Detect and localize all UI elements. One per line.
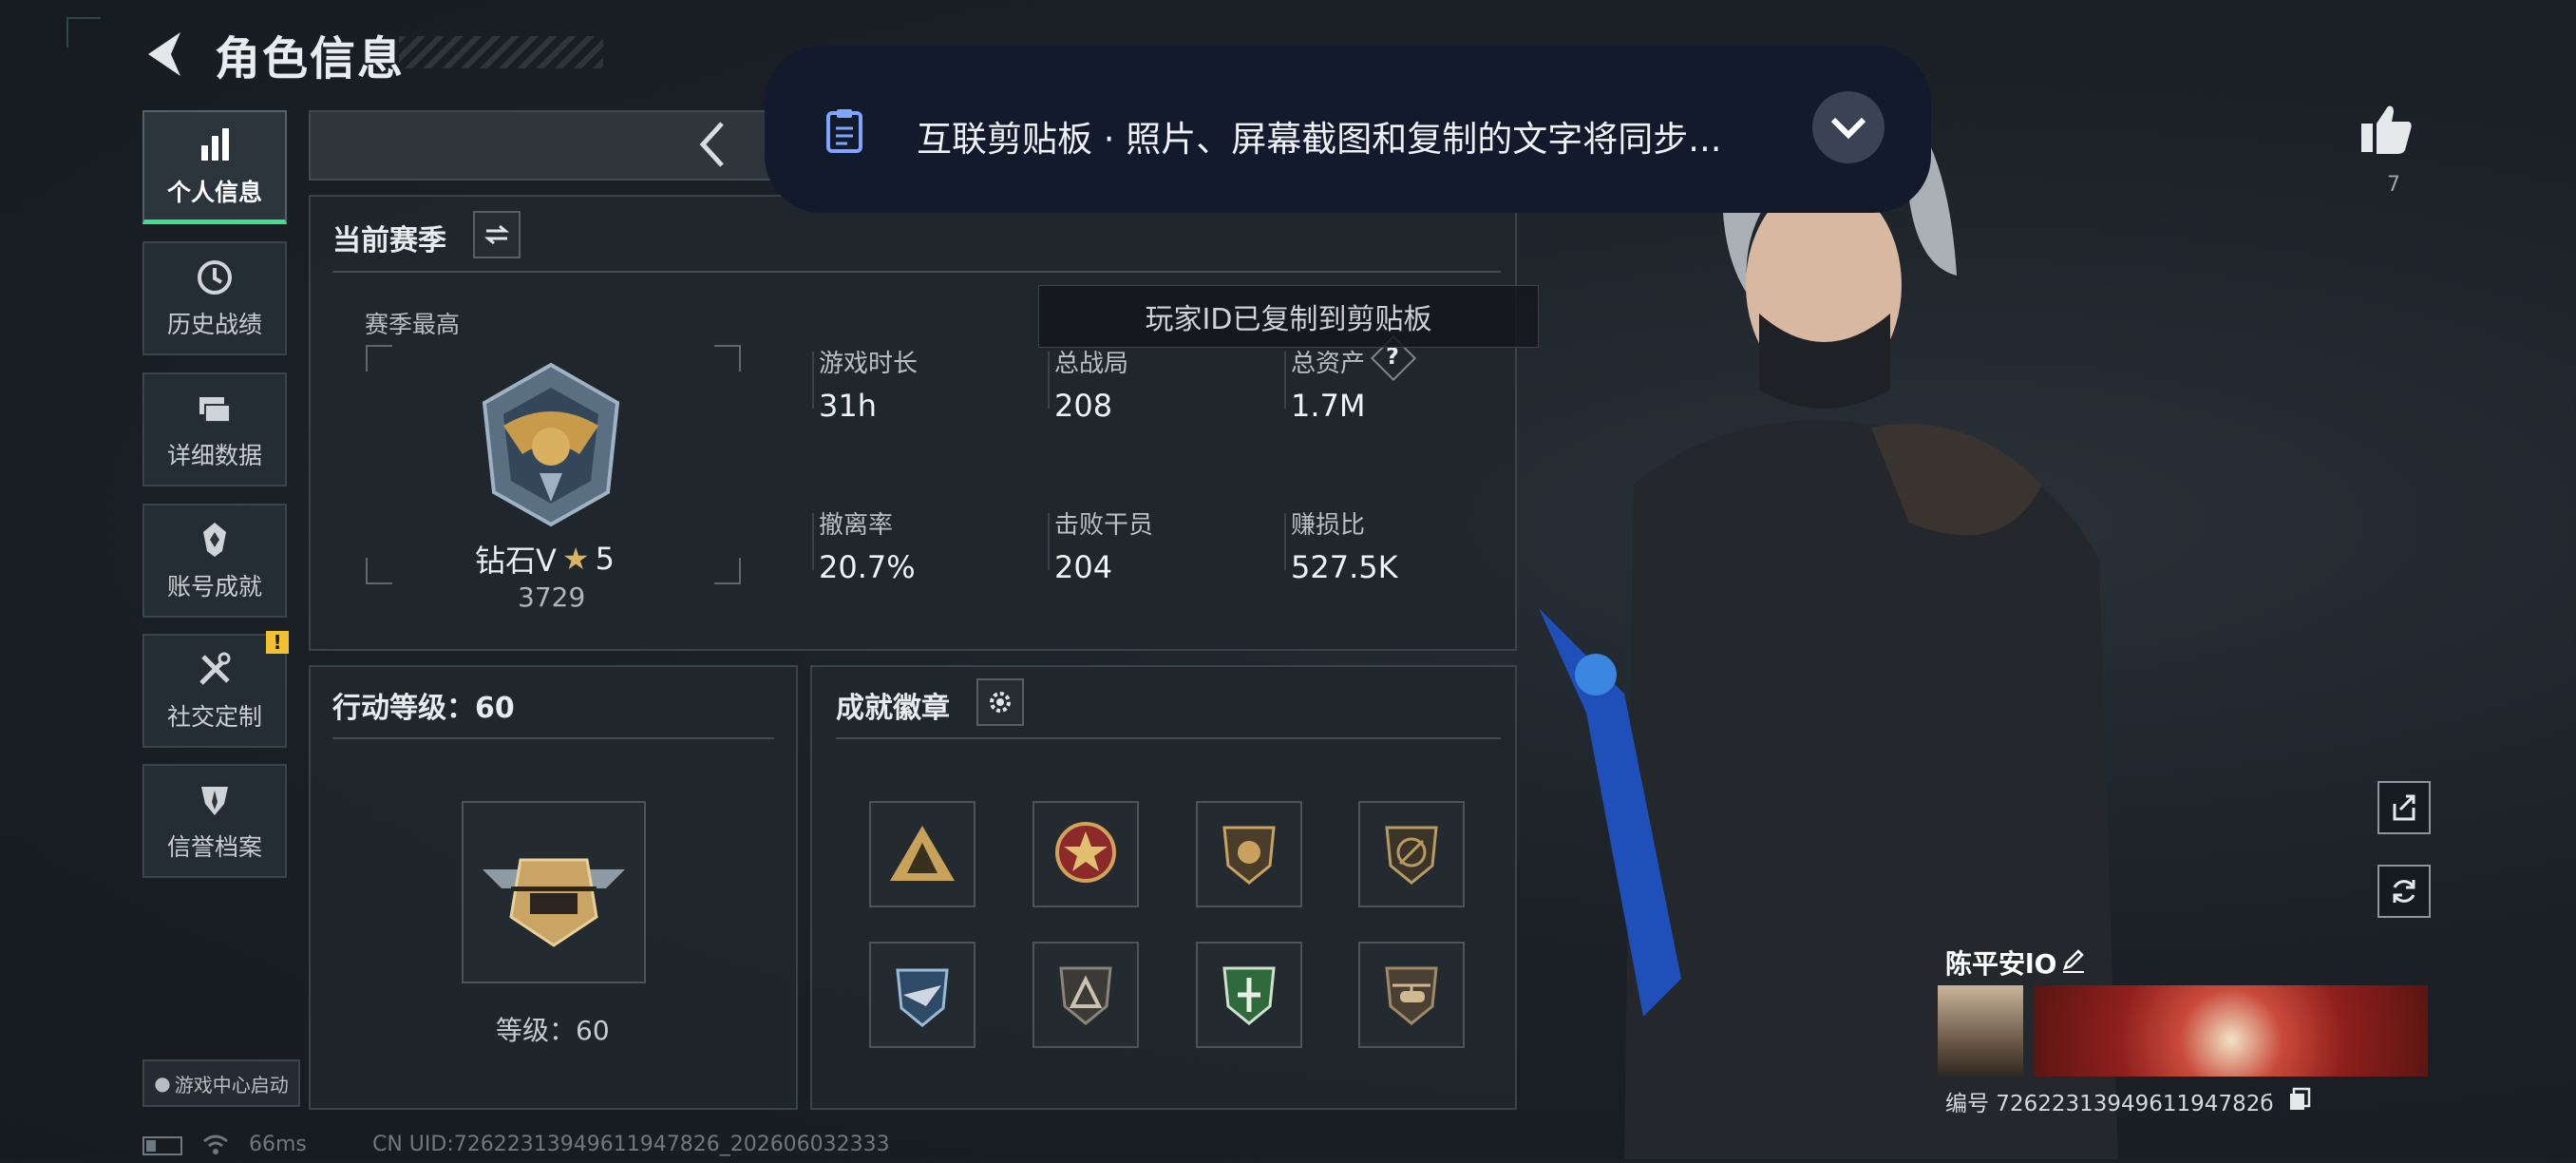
sidebar-item-achievements[interactable]: 账号成就 [142, 504, 287, 618]
divider [332, 271, 1501, 273]
star-icon: ★ [561, 541, 590, 577]
sidebar-item-history[interactable]: 历史战绩 [142, 241, 287, 355]
sidebar-item-label: 信誉档案 [166, 833, 262, 861]
back-arrow-icon[interactable] [142, 29, 186, 80]
game-center-launch-button[interactable]: ● 游戏中心启动 [142, 1059, 300, 1107]
gear-icon [990, 692, 1011, 713]
achievements-title: 成就徽章 [836, 692, 950, 725]
stat-label: 击败干员 [1054, 511, 1154, 540]
stat-value: 527.5K [1291, 549, 1398, 585]
sidebar-item-label: 社交定制 [166, 703, 262, 731]
player-banner [2035, 985, 2428, 1077]
ping-text: 66ms [249, 1133, 307, 1156]
season-title: 当前赛季 [332, 224, 446, 257]
rank-stars: 5 [595, 541, 615, 577]
copy-icon[interactable] [2287, 1087, 2312, 1115]
ghost-icon: ● [154, 1072, 171, 1095]
stat-separator [1284, 513, 1286, 570]
badge-shield-lion[interactable] [1196, 801, 1302, 907]
stat-label: 游戏时长 [819, 350, 919, 378]
like-count: 7 [2387, 173, 2400, 197]
share-button[interactable] [2377, 781, 2431, 834]
stat-value: 20.7% [819, 549, 916, 585]
badge-green-shield[interactable] [1196, 942, 1302, 1048]
badge-dark-triangle[interactable] [1032, 942, 1139, 1048]
sidebar-item-label: 账号成就 [166, 573, 262, 601]
stat-label: 赚损比 [1291, 511, 1366, 540]
chevron-down-icon [1830, 117, 1866, 140]
reputation-shield-icon [201, 787, 228, 815]
frame-corner [366, 558, 392, 584]
stat-value: 208 [1054, 388, 1113, 424]
share-icon [2393, 794, 2415, 821]
stat-separator [812, 513, 814, 570]
frame-corner [714, 558, 741, 584]
rotate-icon [2393, 880, 2415, 903]
clipboard-icon [824, 107, 864, 157]
title-decoration [399, 36, 603, 68]
action-level-title: 行动等级：60 [332, 692, 515, 725]
badge-helicopter[interactable] [1358, 942, 1465, 1048]
stat-label: 总资产 [1291, 350, 1366, 378]
history-clock-icon [198, 260, 232, 295]
player-avatar [1938, 985, 2023, 1077]
stat-value: 1.7M [1291, 388, 1366, 424]
tools-icon [199, 652, 231, 685]
game-center-label: 游戏中心启动 [174, 1073, 289, 1096]
badge-winged-gear[interactable] [869, 942, 975, 1048]
swap-season-button[interactable] [473, 211, 521, 258]
stat-separator [1284, 352, 1286, 409]
rank-score: 3729 [518, 582, 586, 613]
stat-separator [1048, 513, 1050, 570]
stat-label: 总战局 [1054, 350, 1129, 378]
sidebar-item-label: 个人信息 [166, 178, 262, 206]
rank-name: 钻石V [475, 543, 557, 579]
swap-icon [483, 224, 510, 245]
sidebar-item-details[interactable]: 详细数据 [142, 372, 287, 486]
stat-separator [812, 352, 814, 409]
folders-icon [199, 397, 231, 423]
season-best-label: 赛季最高 [365, 311, 461, 338]
divider [836, 737, 1501, 739]
thumbs-up-icon[interactable] [2358, 103, 2415, 160]
uid-text: CN UID:72622313949611947826_202606032333 [372, 1133, 890, 1156]
chevron-left-icon[interactable] [693, 116, 731, 173]
player-id: 编号 7262231394961194782б [1945, 1092, 2274, 1116]
achievements-settings-button[interactable] [976, 678, 1024, 726]
frame-corner [366, 345, 392, 372]
sidebar-item-reputation[interactable]: 信誉档案 [142, 764, 287, 878]
badge-shield-no-weapon[interactable] [1358, 801, 1465, 907]
achievement-crest-icon [203, 523, 226, 557]
battery-icon [142, 1136, 182, 1155]
page-title: 角色信息 [215, 32, 406, 86]
bar-chart-icon [201, 127, 229, 161]
clipboard-text: 互联剪贴板 · 照片、屏幕截图和复制的文字将同步... [917, 119, 1722, 160]
wifi-icon [201, 1133, 230, 1159]
level-emblem-frame [462, 801, 646, 983]
sidebar-item-personal-info[interactable]: 个人信息 [142, 110, 287, 224]
level-text: 等级：60 [496, 1015, 610, 1046]
player-name: 陈平安lO [1945, 948, 2057, 980]
frame-corner [714, 345, 741, 372]
sidebar-item-label: 详细数据 [166, 442, 262, 469]
badge-triangle-soldiers[interactable] [869, 801, 975, 907]
copy-toast: 玩家ID已复制到剪贴板 [1038, 285, 1539, 348]
edit-pencil-icon[interactable] [2059, 945, 2088, 978]
helicopter-emblem-icon [483, 858, 625, 947]
badge-star-emblem[interactable] [1032, 801, 1139, 907]
stat-value: 31h [819, 388, 877, 424]
rotate-button[interactable] [2377, 865, 2431, 918]
rank-name-row: 钻石V ★ 5 [475, 537, 615, 581]
rank-emblem-icon [465, 359, 636, 534]
warning-badge: ! [266, 631, 289, 654]
stat-label: 撤离率 [819, 511, 894, 540]
divider [332, 737, 774, 739]
clipboard-expand-button[interactable] [1812, 91, 1885, 163]
stat-value: 204 [1054, 549, 1113, 585]
stat-separator [1048, 352, 1050, 409]
corner-decoration [66, 17, 101, 48]
sidebar-item-label: 历史战绩 [166, 311, 262, 338]
